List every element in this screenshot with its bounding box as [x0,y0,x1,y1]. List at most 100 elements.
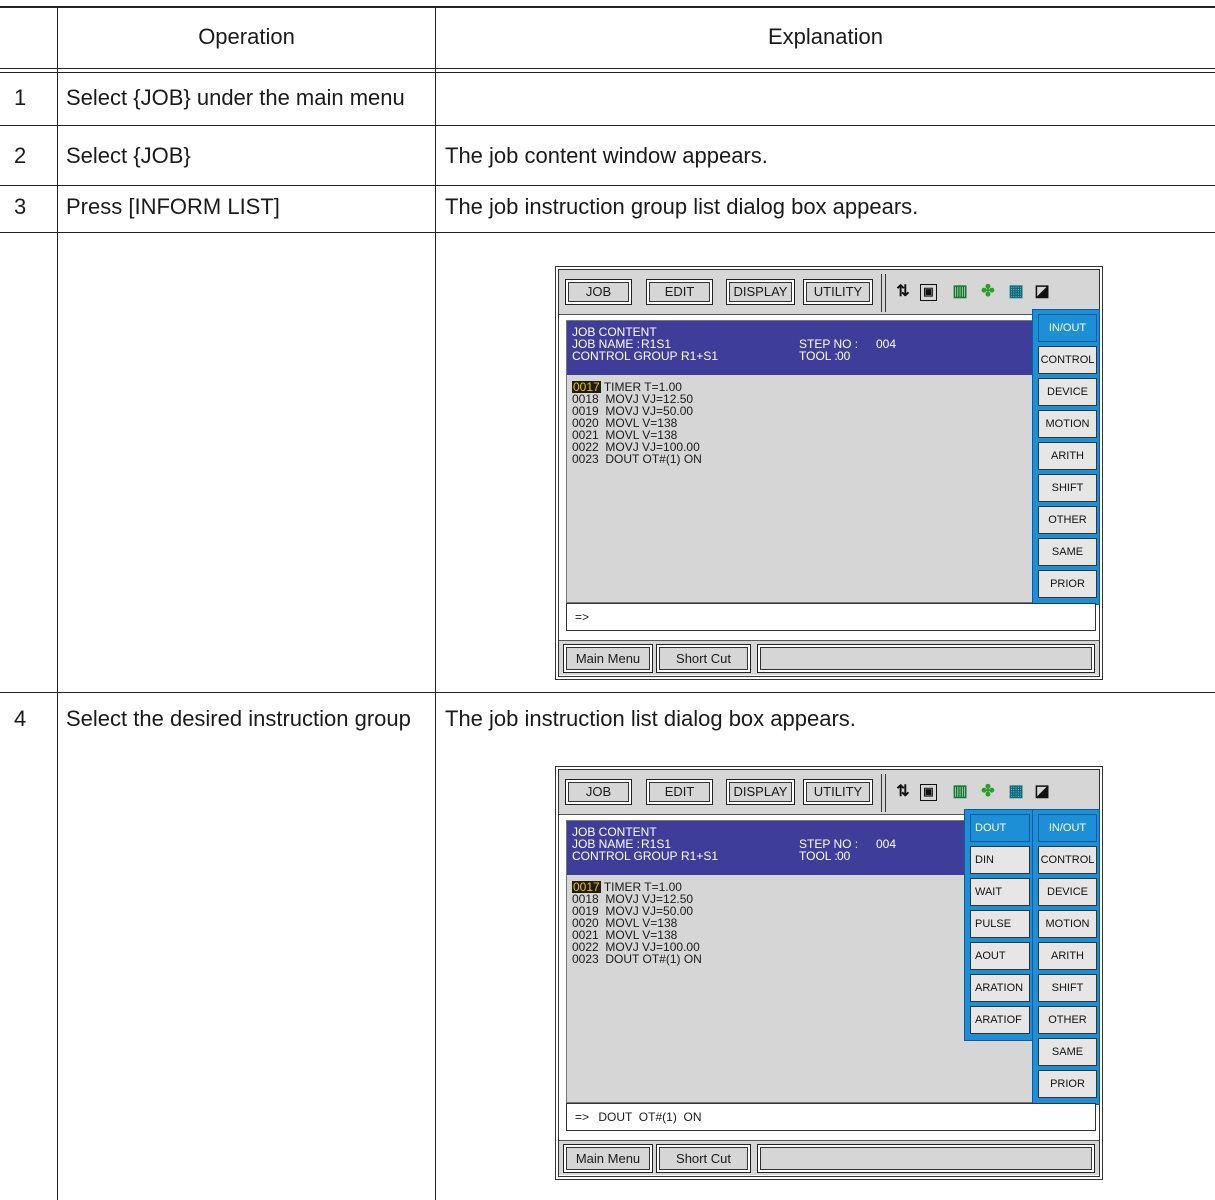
row-rule-1 [0,125,1215,126]
group-control[interactable]: CONTROL [1038,346,1097,374]
col-rule-1 [57,6,58,1200]
group-in-out[interactable]: IN/OUT [1038,314,1097,342]
job-line[interactable]: 0023 DOUT OT#(1) ON [572,953,702,965]
menu-display-button[interactable]: DISPLAY [726,779,795,805]
group-motion[interactable]: MOTION [1038,410,1097,438]
security-icon[interactable]: ✤ [979,782,997,802]
bottom-bar: Main Menu Short Cut [559,640,1099,675]
group-device[interactable]: DEVICE [1038,878,1097,906]
tool-label: TOOL : [799,849,838,863]
edit-lock-icon[interactable]: ◪ [1033,282,1051,302]
menu-utility-button[interactable]: UTILITY [803,779,873,805]
header-rule-1 [0,68,1215,69]
group-same[interactable]: SAME [1038,1038,1097,1066]
control-group-label: CONTROL GROUP : [572,349,685,363]
group-other[interactable]: OTHER [1038,1006,1097,1034]
input-line[interactable]: => DOUT OT#(1) ON [566,1103,1096,1131]
group-prior[interactable]: PRIOR [1038,570,1097,598]
job-line[interactable]: 0023 DOUT OT#(1) ON [572,453,702,465]
group-device[interactable]: DEVICE [1038,378,1097,406]
menu-job-button[interactable]: JOB [565,779,632,805]
main-menu-button[interactable]: Main Menu [563,1144,653,1173]
explanation-text: The job instruction group list dialog bo… [445,194,919,219]
group-arith[interactable]: ARITH [1038,442,1097,470]
line-text: DOUT OT#(1) ON [605,952,702,966]
separator [881,274,886,312]
group-in-out[interactable]: IN/OUT [1038,814,1097,842]
instruction-group-list: IN/OUT CONTROL DEVICE MOTION ARITH SHIFT… [1032,809,1100,1105]
bottom-bar: Main Menu Short Cut [559,1140,1099,1175]
group-shift[interactable]: SHIFT [1038,974,1097,1002]
group-prior[interactable]: PRIOR [1038,1070,1097,1098]
line-number: 0023 [572,952,599,966]
control-group-value: R1+S1 [681,849,719,863]
menu-edit-button[interactable]: EDIT [646,279,713,305]
job-content-panel: JOB CONTENT JOB NAME : R1S1 CONTROL GROU… [566,809,1100,1105]
edit-lock-icon[interactable]: ◪ [1033,782,1051,802]
row-rule-2 [0,185,1215,186]
input-line[interactable]: => [566,603,1096,631]
operation-text: Select {JOB} under the main menu [66,85,405,110]
manual-speed-icon[interactable]: ▥ [951,282,969,302]
manual-speed-icon[interactable]: ▥ [951,782,969,802]
security-icon[interactable]: ✤ [979,282,997,302]
tool-value: 00 [837,349,851,363]
instruction-group-list: IN/OUT CONTROL DEVICE MOTION ARITH SHIFT… [1032,309,1100,605]
operation-text: Press [INFORM LIST] [66,194,280,219]
row-number: 2 [14,143,27,168]
coordinate-icon[interactable]: ▣ [920,284,937,301]
menu-bar: JOB EDIT DISPLAY UTILITY ⇅ ▣ ▥ ✤ ▦ ◪ [559,270,1099,315]
row-rule-3 [0,232,1215,233]
header-rule-2 [0,72,1215,73]
coordinate-icon[interactable]: ▣ [920,784,937,801]
pendant-screen-instruction-list: JOB EDIT DISPLAY UTILITY ⇅ ▣ ▥ ✤ ▦ ◪ JOB… [555,766,1103,1180]
input-text: DOUT OT#(1) ON [598,1110,702,1124]
status-area [757,1144,1095,1173]
group-arith[interactable]: ARITH [1038,942,1097,970]
pendant-screen-group-list: JOB EDIT DISPLAY UTILITY ⇅ ▣ ▥ ✤ ▦ ◪ JOB… [555,266,1103,680]
job-header: JOB CONTENT JOB NAME : R1S1 CONTROL GROU… [567,321,1033,375]
menu-display-button[interactable]: DISPLAY [726,279,795,305]
row-number: 4 [14,706,27,731]
control-group-label: CONTROL GROUP : [572,849,685,863]
group-same[interactable]: SAME [1038,538,1097,566]
group-motion[interactable]: MOTION [1038,910,1097,938]
line-number: 0023 [572,452,599,466]
short-cut-button[interactable]: Short Cut [656,1144,751,1173]
robot-axis-icon[interactable]: ⇅ [894,282,912,302]
group-other[interactable]: OTHER [1038,506,1097,534]
robot-axis-icon[interactable]: ⇅ [894,782,912,802]
group-control[interactable]: CONTROL [1038,846,1097,874]
job-lines: 0017 TIMER T=1.00 0018 MOVJ VJ=12.50 001… [572,881,702,965]
short-cut-button[interactable]: Short Cut [656,644,751,673]
control-group-value: R1+S1 [681,349,719,363]
instruction-aratiof[interactable]: ARATIOF [970,1006,1030,1034]
group-shift[interactable]: SHIFT [1038,474,1097,502]
menu-job-button[interactable]: JOB [565,279,632,305]
row-number: 1 [14,85,27,110]
operation-text: Select {JOB} [66,143,191,168]
instruction-din[interactable]: DIN [970,846,1030,874]
step-no-value: 004 [876,837,897,851]
header-explanation: Explanation [768,24,883,49]
menu-utility-button[interactable]: UTILITY [803,279,873,305]
page-icon[interactable]: ▦ [1007,782,1025,802]
instruction-pulse[interactable]: PULSE [970,910,1030,938]
instruction-wait[interactable]: WAIT [970,878,1030,906]
instruction-dout[interactable]: DOUT [970,814,1030,842]
job-header: JOB CONTENT JOB NAME : R1S1 CONTROL GROU… [567,821,965,875]
prompt-arrow: => [575,610,590,624]
tool-value: 00 [837,849,851,863]
page-icon[interactable]: ▦ [1007,282,1025,302]
line-text: DOUT OT#(1) ON [605,452,702,466]
main-menu-button[interactable]: Main Menu [563,644,653,673]
row-rule-4 [0,692,1215,693]
tool-label: TOOL : [799,349,838,363]
table-top-rule [0,6,1215,8]
operation-text: Select the desired instruction group [66,706,411,731]
explanation-text: The job instruction list dialog box appe… [445,706,856,731]
instruction-aout[interactable]: AOUT [970,942,1030,970]
separator [881,774,886,812]
menu-edit-button[interactable]: EDIT [646,779,713,805]
instruction-aration[interactable]: ARATION [970,974,1030,1002]
